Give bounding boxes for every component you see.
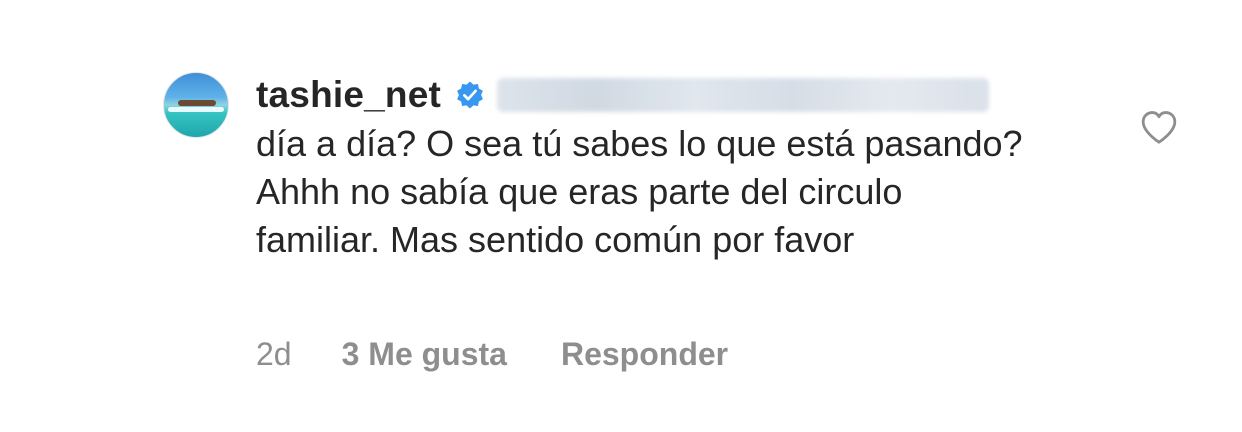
username[interactable]: tashie_net — [256, 74, 441, 116]
reply-button[interactable]: Responder — [561, 336, 728, 373]
comment: tashie_net día a día? O sea tú sabes lo … — [163, 72, 1223, 392]
likes-count-link[interactable]: 3 Me gusta — [342, 336, 507, 373]
avatar-scene — [178, 100, 216, 106]
comment-header: tashie_net — [256, 72, 1116, 118]
comment-timestamp: 2d — [256, 336, 292, 372]
comment-body: tashie_net día a día? O sea tú sabes lo … — [256, 72, 1116, 264]
verified-badge-icon — [457, 81, 483, 109]
avatar[interactable] — [163, 72, 229, 138]
avatar-scene-foam — [168, 107, 224, 112]
comment-meta: 2d 3 Me gusta Responder — [256, 336, 728, 373]
comment-text: día a día? O sea tú sabes lo que está pa… — [256, 123, 1023, 260]
previous-content-edge — [380, 0, 480, 2]
heart-outline-icon[interactable] — [1139, 108, 1179, 148]
redacted-mention — [497, 78, 990, 112]
